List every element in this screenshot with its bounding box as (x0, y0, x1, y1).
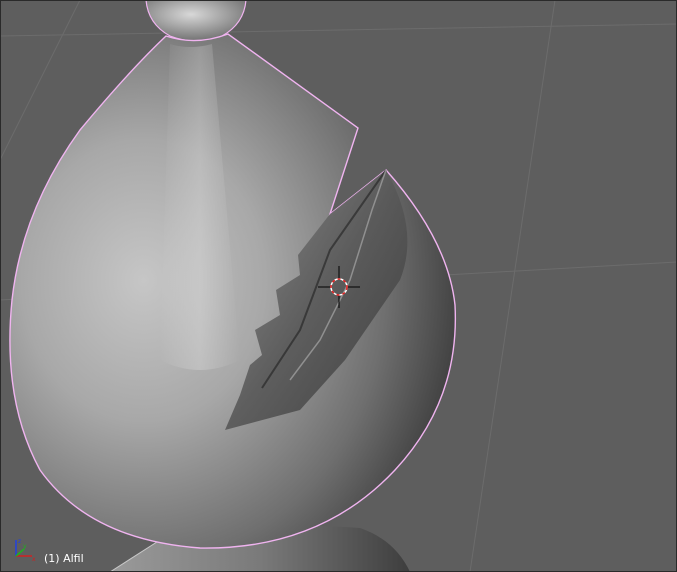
svg-text:x: x (32, 556, 36, 563)
active-object-label: (1) Alfil (44, 552, 84, 565)
bishop-body (9, 33, 457, 549)
3d-viewport[interactable]: z x y (1) Alfil (0, 0, 677, 572)
xyz-axis-icon: z x y (15, 538, 36, 563)
svg-text:z: z (18, 538, 21, 545)
svg-text:y: y (23, 543, 27, 550)
bishop-head (145, 0, 247, 42)
3d-cursor-icon[interactable] (318, 266, 360, 308)
